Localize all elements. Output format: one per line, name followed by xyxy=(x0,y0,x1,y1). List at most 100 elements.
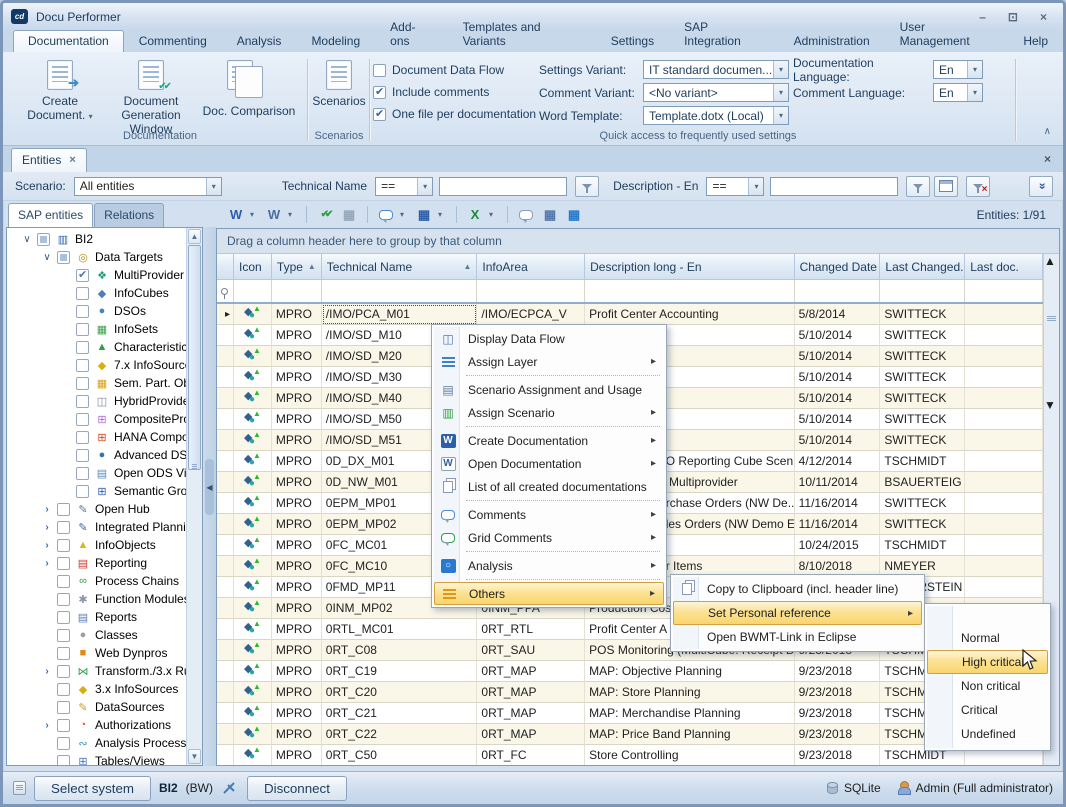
chevron-down-icon[interactable]: ▾ xyxy=(288,210,298,219)
menu-tab-administration[interactable]: Administration xyxy=(779,30,885,52)
create-document-button[interactable]: Create Document. ▾ xyxy=(17,58,103,122)
tree-checkbox[interactable] xyxy=(76,341,89,354)
filter-row-indicator[interactable] xyxy=(217,280,234,302)
tree-item-sem-part-obj[interactable]: Sem. Part. Obj... xyxy=(7,374,186,392)
tree-item-process-chains[interactable]: Process Chains xyxy=(7,572,186,590)
group-by-bar[interactable]: Drag a column header here to group by th… xyxy=(217,229,1059,254)
comment-variant-select[interactable]: <No variant>▾ xyxy=(643,83,789,102)
checkbox-include-comments[interactable]: Include comments xyxy=(373,81,536,103)
chevron-down-icon[interactable]: ▾ xyxy=(417,178,432,195)
expand-icon[interactable]: › xyxy=(41,666,53,677)
chevron-down-icon[interactable]: ▾ xyxy=(438,210,448,219)
layout-icon[interactable] xyxy=(934,176,958,197)
checkbox-one-file-per-documentation[interactable]: One file per documentation xyxy=(373,103,536,125)
tree-item-infoobjects[interactable]: ›InfoObjects xyxy=(7,536,186,554)
tree-item-semantic-groups[interactable]: Semantic Groups xyxy=(7,482,186,500)
word-create-icon[interactable]: W xyxy=(226,205,246,225)
tree-checkbox[interactable] xyxy=(57,701,70,714)
chevron-down-icon[interactable]: ▾ xyxy=(250,210,260,219)
expand-icon[interactable]: › xyxy=(41,522,53,533)
column-header-infoarea[interactable]: InfoArea xyxy=(477,254,585,280)
tree-item-open-ods-views[interactable]: Open ODS Views xyxy=(7,464,186,482)
chevron-down-icon[interactable]: ▾ xyxy=(748,178,763,195)
filter-cell[interactable] xyxy=(965,280,1043,302)
disconnect-button[interactable]: Disconnect xyxy=(247,776,347,801)
tab-entities[interactable]: Entities × xyxy=(11,148,87,172)
menu-tab-settings[interactable]: Settings xyxy=(596,30,669,52)
tree-checkbox[interactable] xyxy=(76,359,89,372)
clear-filter-icon[interactable]: × xyxy=(966,176,990,197)
tree-checkbox[interactable] xyxy=(57,665,70,678)
tree-item-datasources[interactable]: DataSources xyxy=(7,698,186,716)
tree-checkbox[interactable] xyxy=(57,611,70,624)
tree-checkbox[interactable] xyxy=(57,593,70,606)
tree-checkbox[interactable] xyxy=(57,575,70,588)
tree-item-hana-composi[interactable]: HANA Composi... xyxy=(7,428,186,446)
subtab-sap-entities[interactable]: SAP entities xyxy=(8,203,93,227)
expand-icon[interactable]: › xyxy=(41,540,53,551)
tree-item-transform-3-x-rul[interactable]: ›Transform./3.x Rul... xyxy=(7,662,186,680)
tree-item-3-x-infosources[interactable]: 3.x InfoSources xyxy=(7,680,186,698)
user-label[interactable]: Admin (Full administrator) xyxy=(916,781,1053,795)
column-header-last-changed[interactable]: Last Changed... xyxy=(880,254,965,280)
tree-item-infosets[interactable]: InfoSets xyxy=(7,320,186,338)
table-row[interactable]: ▲MPRO0RT_C500RT_FCStore Controlling9/23/… xyxy=(217,745,1043,765)
excel-export-icon[interactable]: X xyxy=(465,205,485,225)
table-row[interactable]: ▲MPRO0RT_C220RT_MAPMAP: Price Band Plann… xyxy=(217,724,1043,745)
tree-checkbox[interactable] xyxy=(37,233,50,246)
panel-splitter[interactable]: ◀ xyxy=(203,227,216,766)
ribbon-collapse-icon[interactable]: ∧ xyxy=(1044,126,1051,137)
menu-item-open-bwmt-link-in-eclipse[interactable]: Open BWMT-Link in Eclipse xyxy=(673,625,922,649)
funnel-icon[interactable] xyxy=(906,176,930,197)
documentation-language-select[interactable]: En▾ xyxy=(933,60,983,79)
collapse-icon[interactable]: ∨ xyxy=(41,252,53,263)
menu-item-assign-scenario[interactable]: ▥Assign Scenario▸ xyxy=(434,401,664,424)
table-row[interactable]: ▲MPRO0RT_C210RT_MAPMAP: Merchandise Plan… xyxy=(217,703,1043,724)
tree-item-tables-views[interactable]: Tables/Views xyxy=(7,752,186,766)
tree-checkbox[interactable] xyxy=(57,503,70,516)
tree-checkbox[interactable] xyxy=(76,431,89,444)
tree-item-function-modules[interactable]: Function Modules xyxy=(7,590,186,608)
tree-checkbox[interactable] xyxy=(57,521,70,534)
filter-cell[interactable] xyxy=(795,280,881,302)
tree-item-reports[interactable]: Reports xyxy=(7,608,186,626)
scroll-up-icon[interactable]: ▲ xyxy=(188,229,201,244)
column-header-last-doc[interactable]: Last doc. xyxy=(965,254,1043,280)
tree-item-advanced-dsos[interactable]: Advanced DSOs xyxy=(7,446,186,464)
tree-checkbox[interactable] xyxy=(76,449,89,462)
tree-checkbox[interactable] xyxy=(76,377,89,390)
filter-edit-icon[interactable] xyxy=(575,176,599,197)
chevron-down-icon[interactable]: ▾ xyxy=(489,210,499,219)
collapse-tree-icon[interactable]: ◀ xyxy=(205,459,214,515)
tree-checkbox[interactable] xyxy=(57,683,70,696)
menu-item-non-critical[interactable]: Non critical xyxy=(927,674,1048,698)
column-header-changed-date[interactable]: Changed Date xyxy=(795,254,881,280)
column-header-technical-name[interactable]: Technical Name▲ xyxy=(322,254,478,280)
tree-item-web-dynpros[interactable]: Web Dynpros xyxy=(7,644,186,662)
filter-cell[interactable] xyxy=(322,280,478,302)
scroll-down-icon[interactable]: ▼ xyxy=(1044,398,1059,412)
tree-checkbox[interactable] xyxy=(57,647,70,660)
tree-checkbox[interactable] xyxy=(57,539,70,552)
menu-item-create-documentation[interactable]: WCreate Documentation▸ xyxy=(434,429,664,452)
tree-scrollbar[interactable]: ▲ ▼ xyxy=(186,228,202,765)
tree-checkbox[interactable] xyxy=(76,323,89,336)
menu-tab-analysis[interactable]: Analysis xyxy=(222,30,297,52)
chevron-down-icon[interactable]: ▾ xyxy=(967,61,982,78)
menu-item-grid-comments[interactable]: Grid Comments▸ xyxy=(434,526,664,549)
database-label[interactable]: SQLite xyxy=(844,781,881,795)
settings-variant-select[interactable]: IT standard documen...▾ xyxy=(643,60,789,79)
description-operator-select[interactable]: ==▾ xyxy=(706,177,764,196)
select-system-button[interactable]: Select system xyxy=(34,776,151,801)
scenario-select[interactable]: All entities▾ xyxy=(74,177,222,196)
checkbox-document-data-flow[interactable]: Document Data Flow xyxy=(373,59,536,81)
column-header-description-long-en[interactable]: Description long - En xyxy=(585,254,794,280)
collapse-icon[interactable]: ∨ xyxy=(21,234,33,245)
menu-item-list-of-all-created-documentations[interactable]: List of all created documentations xyxy=(434,475,664,498)
filter-cell[interactable] xyxy=(477,280,585,302)
menu-item-copy-to-clipboard-incl-header-line[interactable]: Copy to Clipboard (incl. header line) xyxy=(673,577,922,601)
chevron-down-icon[interactable]: ▾ xyxy=(773,84,788,101)
tree-item-open-hub[interactable]: ›Open Hub xyxy=(7,500,186,518)
tree-item-data-targets[interactable]: ∨Data Targets xyxy=(7,248,186,266)
tree-checkbox[interactable] xyxy=(57,737,70,750)
